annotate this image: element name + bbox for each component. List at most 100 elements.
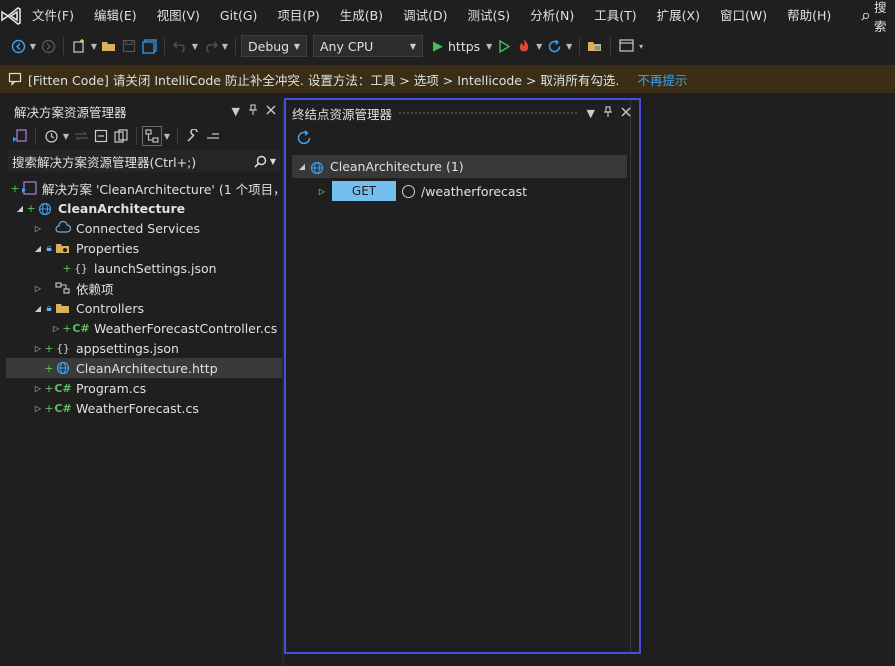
window-layout-icon[interactable] — [616, 36, 636, 56]
chevron-down-icon[interactable]: ▼ — [89, 42, 99, 51]
csharp-file-icon: C# — [54, 401, 72, 415]
tree-row-appsettings[interactable]: ▷ + {} appsettings.json — [6, 338, 282, 358]
expanded-arrow-icon[interactable]: ◢ — [32, 304, 44, 313]
json-file-icon: {} — [56, 341, 70, 355]
solution-explorer-toolbar: ▼ ▼ — [6, 122, 282, 150]
chevron-down-icon[interactable]: ▼ — [28, 42, 38, 51]
endpoint-status-circle-icon — [402, 184, 415, 198]
toolbar-separator — [610, 37, 612, 55]
tree-row-project[interactable]: ◢ + CleanArchitecture — [6, 198, 282, 218]
endpoints-root-node[interactable]: ◢ CleanArchitecture (1) — [292, 155, 627, 178]
menu-view[interactable]: 视图(V) — [147, 0, 210, 32]
properties-wrench-icon[interactable] — [183, 126, 203, 146]
menu-tools[interactable]: 工具(T) — [584, 0, 646, 32]
tree-row-launch-settings[interactable]: + {} launchSettings.json — [6, 258, 282, 278]
sync-with-active-document-icon[interactable] — [71, 126, 91, 146]
menu-project[interactable]: 项目(P) — [267, 0, 329, 32]
chevron-down-icon[interactable]: ▼ — [564, 42, 574, 51]
preview-selected-items-icon[interactable] — [142, 126, 162, 146]
start-debugging-button[interactable]: ▶ https — [429, 39, 484, 54]
solution-configuration-value: Debug — [248, 38, 290, 54]
tree-row-http-file[interactable]: + CleanArchitecture.http — [6, 358, 282, 378]
solution-search-box[interactable]: 搜索解决方案资源管理器(Ctrl+;) ▼ — [8, 150, 280, 172]
solution-folder-icon[interactable] — [585, 36, 605, 56]
endpoint-row[interactable]: ▷ GET /weatherforecast — [292, 178, 627, 204]
git-added-icon: + — [44, 401, 54, 415]
expanded-arrow-icon[interactable]: ◢ — [32, 244, 44, 253]
collapse-all-icon[interactable] — [91, 126, 111, 146]
menu-edit[interactable]: 编辑(E) — [84, 0, 147, 32]
start-without-debugging-icon[interactable] — [494, 36, 514, 56]
git-added-icon: + — [62, 321, 72, 335]
menu-debug[interactable]: 调试(D) — [393, 0, 457, 32]
window-position-dropdown-icon[interactable]: ▼ — [232, 105, 240, 118]
new-project-icon[interactable] — [69, 36, 89, 56]
navigate-forward-icon[interactable] — [38, 36, 58, 56]
show-all-files-icon[interactable] — [111, 126, 131, 146]
close-icon[interactable] — [266, 105, 276, 118]
collapsed-arrow-icon[interactable]: ▷ — [32, 344, 44, 353]
switch-views-icon[interactable] — [10, 126, 30, 146]
collapsed-arrow-icon[interactable]: ▷ — [32, 404, 44, 413]
title-bar-grip[interactable] — [398, 111, 579, 115]
refresh-button[interactable] — [286, 126, 639, 150]
main-toolbar: ▼ ▼ ▼ ▼ Debug ▼ Any CPU ▼ ▶ https ▼ ▼ ▼ … — [0, 32, 895, 60]
tree-item-label: WeatherForecastController.cs — [94, 320, 278, 336]
chevron-down-icon[interactable]: ▼ — [484, 42, 494, 51]
expanded-arrow-icon[interactable]: ◢ — [296, 162, 308, 171]
menu-help[interactable]: 帮助(H) — [777, 0, 841, 32]
chevron-down-icon[interactable]: ▼ — [162, 132, 172, 141]
expanded-arrow-icon[interactable]: ◢ — [14, 204, 26, 213]
info-bar: [Fitten Code] 请关闭 IntelliCode 防止补全冲突. 设置… — [0, 65, 895, 93]
collapsed-arrow-icon[interactable]: ▷ — [32, 384, 44, 393]
menu-analyze[interactable]: 分析(N) — [520, 0, 584, 32]
tree-row-dependencies[interactable]: ▷ 依赖项 — [6, 278, 282, 298]
csharp-file-icon: C# — [72, 321, 90, 335]
hot-reload-icon[interactable] — [514, 36, 534, 56]
solution-configuration-select[interactable]: Debug ▼ — [241, 35, 307, 57]
tree-row-program-cs[interactable]: ▷ + C# Program.cs — [6, 378, 282, 398]
restart-icon[interactable] — [544, 36, 564, 56]
open-folder-icon[interactable] — [99, 36, 119, 56]
menu-git[interactable]: Git(G) — [210, 0, 268, 32]
collapsed-arrow-icon[interactable]: ▷ — [32, 284, 44, 293]
tree-row-connected-services[interactable]: ▷ Connected Services — [6, 218, 282, 238]
tree-row-weather-forecast-controller[interactable]: ▷ + C# WeatherForecastController.cs — [6, 318, 282, 338]
chevron-down-icon[interactable]: ▼ — [190, 42, 200, 51]
tree-row-properties[interactable]: ◢ 🔒︎ Properties — [6, 238, 282, 258]
menu-test[interactable]: 测试(S) — [457, 0, 520, 32]
toolbar-overflow-icon[interactable]: ▾ — [636, 42, 646, 51]
chevron-down-icon[interactable]: ▼ — [534, 42, 544, 51]
navigate-back-icon[interactable] — [8, 36, 28, 56]
redo-icon[interactable] — [200, 36, 220, 56]
tree-row-solution[interactable]: + 解决方案 'CleanArchitecture' (1 个项目，共 — [6, 178, 282, 198]
window-position-dropdown-icon[interactable]: ▼ — [587, 107, 595, 120]
pin-icon[interactable] — [603, 105, 613, 121]
solution-platform-select[interactable]: Any CPU ▼ — [313, 35, 423, 57]
collapsed-arrow-icon[interactable]: ▷ — [50, 324, 62, 333]
close-icon[interactable] — [621, 107, 631, 120]
save-icon[interactable] — [119, 36, 139, 56]
toolbar-options-icon[interactable] — [203, 126, 223, 146]
collapsed-arrow-icon[interactable]: ▷ — [32, 224, 44, 233]
pin-icon[interactable] — [248, 103, 258, 119]
search-options-chevron-icon[interactable]: ▼ — [270, 157, 276, 166]
chevron-down-icon[interactable]: ▼ — [220, 42, 230, 51]
tree-item-label: launchSettings.json — [94, 260, 217, 276]
menu-extensions[interactable]: 扩展(X) — [647, 0, 710, 32]
undo-icon[interactable] — [170, 36, 190, 56]
menu-window[interactable]: 窗口(W) — [710, 0, 777, 32]
http-method-badge: GET — [332, 181, 396, 201]
dont-show-again-link[interactable]: 不再提示 — [637, 70, 687, 89]
git-added-icon: + — [62, 261, 72, 275]
tree-row-weather-forecast-cs[interactable]: ▷ + C# WeatherForecast.cs — [6, 398, 282, 418]
visual-studio-logo-icon[interactable] — [0, 0, 22, 32]
menu-build[interactable]: 生成(B) — [330, 0, 393, 32]
search-menu-button[interactable]: 搜索 — [853, 0, 895, 35]
pending-changes-filter-icon[interactable] — [41, 126, 61, 146]
tree-row-controllers[interactable]: ◢ 🔒︎ Controllers — [6, 298, 282, 318]
chevron-down-icon[interactable]: ▼ — [61, 132, 71, 141]
collapsed-arrow-icon[interactable]: ▷ — [316, 187, 328, 196]
menu-file[interactable]: 文件(F) — [22, 0, 84, 32]
save-all-icon[interactable] — [139, 36, 159, 56]
